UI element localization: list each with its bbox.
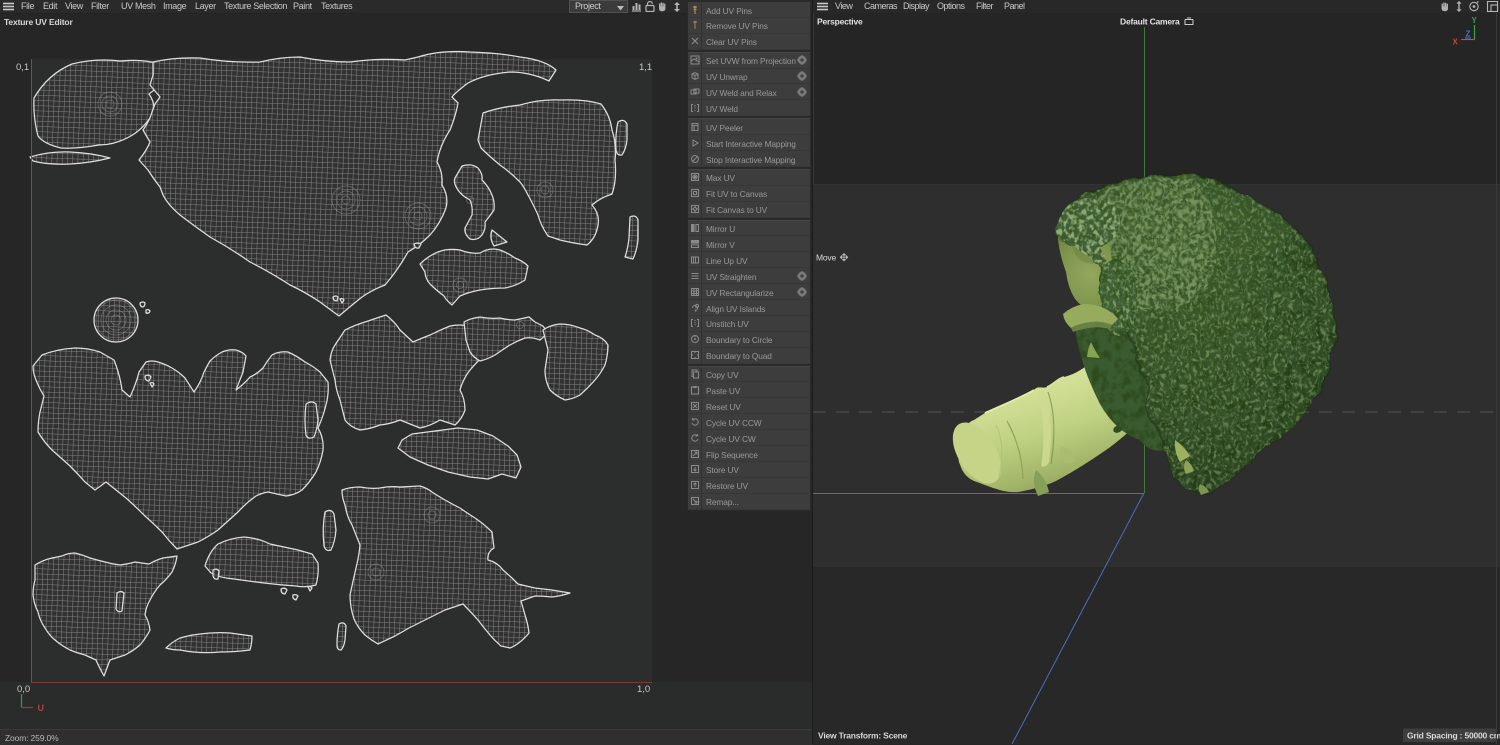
svg-text:Default Camera: Default Camera bbox=[1120, 17, 1180, 27]
svg-text:Grid Spacing : 50000 cm: Grid Spacing : 50000 cm bbox=[1407, 731, 1500, 741]
svg-text:Y: Y bbox=[1472, 16, 1478, 25]
svg-text:0,0: 0,0 bbox=[17, 684, 30, 695]
svg-text:X: X bbox=[1453, 38, 1459, 47]
svg-text:1,0: 1,0 bbox=[637, 684, 650, 695]
svg-text:Z: Z bbox=[1466, 30, 1471, 39]
svg-text:1,1: 1,1 bbox=[639, 62, 652, 73]
svg-text:U: U bbox=[38, 703, 45, 713]
svg-text:0,1: 0,1 bbox=[16, 62, 29, 73]
svg-text:Move: Move bbox=[816, 253, 836, 263]
svg-text:Perspective: Perspective bbox=[817, 17, 863, 27]
svg-text:View Transform: Scene: View Transform: Scene bbox=[818, 731, 908, 741]
